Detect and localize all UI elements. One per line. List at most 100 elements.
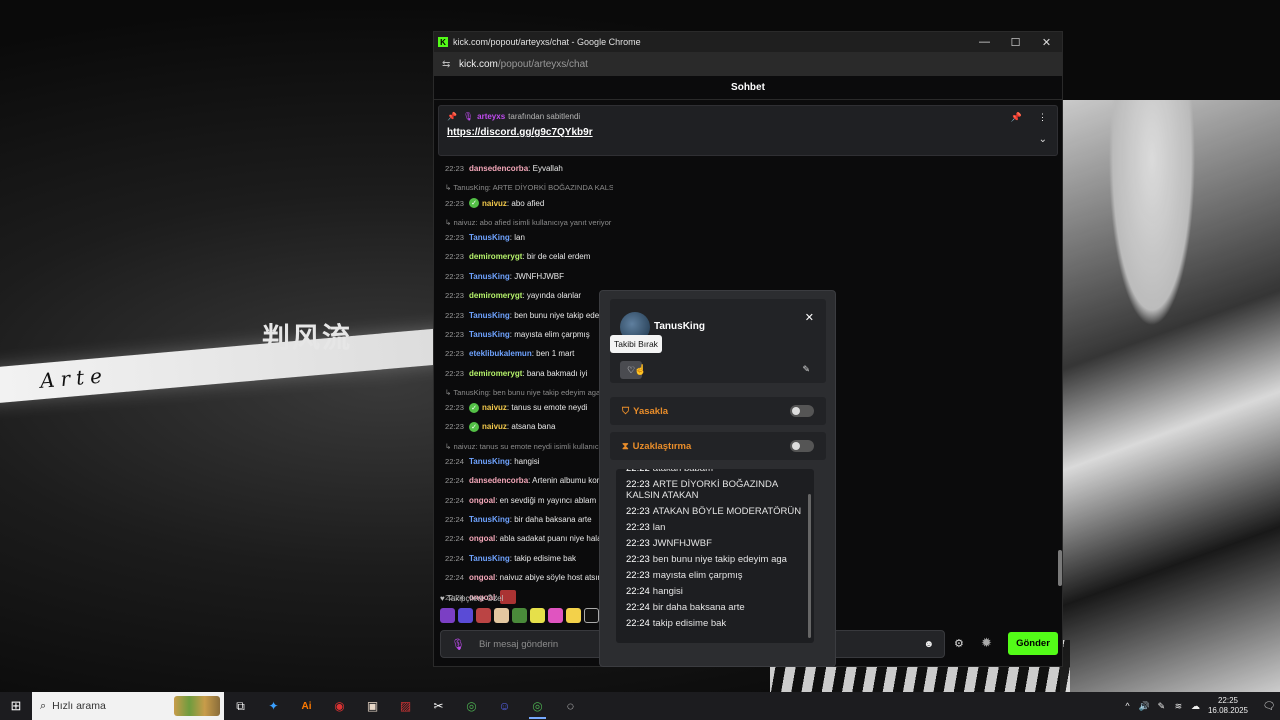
message-username[interactable]: TanusKing [469, 330, 510, 339]
emote-icon[interactable] [512, 608, 527, 623]
message-username[interactable]: TanusKing [469, 233, 510, 242]
chat-message[interactable]: 22:24 dansedencorba: Artenin albumu kompl… [445, 471, 613, 490]
chrome-icon[interactable]: ◎ [521, 692, 554, 720]
history-scrollbar[interactable] [808, 494, 811, 638]
gear-icon[interactable]: ⚙ [954, 637, 964, 650]
message-username[interactable]: demiromerygt [469, 252, 522, 261]
emote-icon[interactable] [530, 608, 545, 623]
chat-message[interactable]: 22:24 ongoal: abla sadakat puanı niye hal… [445, 529, 613, 548]
chat-message[interactable]: 22:23 demiromerygt: bana bakmadı iyi [445, 364, 613, 383]
message-username[interactable]: dansedencorba [469, 476, 528, 485]
rewards-icon[interactable]: ✹ [981, 635, 992, 651]
site-settings-icon[interactable]: ⇆ [442, 59, 454, 70]
message-username[interactable]: ongoal [469, 496, 495, 505]
task-view-icon[interactable]: ⧉ [224, 692, 257, 720]
address-bar[interactable]: ⇆ kick.com/popout/arteyxs/chat [434, 52, 1062, 76]
unpin-icon[interactable]: 📌 [1011, 112, 1022, 123]
message-username[interactable]: TanusKing [469, 554, 510, 563]
adobe-illustrator-icon[interactable]: Ai [290, 692, 323, 720]
minimize-button[interactable]: — [969, 36, 1000, 48]
discord-icon[interactable]: ☺ [488, 692, 521, 720]
chat-message[interactable]: 22:24 TanusKing: hangisi [445, 452, 613, 471]
emote-icon[interactable] [494, 608, 509, 623]
emote-icon[interactable] [440, 608, 455, 623]
wifi-icon[interactable]: ≋ [1170, 701, 1187, 712]
emote-icon[interactable] [548, 608, 563, 623]
chrome-icon[interactable]: ◎ [455, 692, 488, 720]
close-icon[interactable]: ✕ [805, 311, 814, 324]
chat-message[interactable]: 22:23 TanusKing: JWNFHJWBF [445, 267, 613, 286]
message-username[interactable]: eteklibukalemun [469, 349, 532, 358]
chevron-up-icon[interactable]: ^ [1119, 701, 1136, 711]
chat-message[interactable]: 22:23 TanusKing: lan [445, 228, 613, 247]
chat-message[interactable]: 22:23 dansedencorba: Eyvallah [445, 159, 613, 178]
network-icon[interactable]: ☁ [1187, 701, 1204, 712]
chat-message[interactable]: 22:23 demiromerygt: bir de celal erdem [445, 247, 613, 266]
message-username[interactable]: TanusKing [469, 515, 510, 524]
volume-icon[interactable]: 🔊 [1136, 701, 1153, 712]
message-username[interactable]: ongoal [469, 534, 495, 543]
chat-message[interactable]: 22:24 ongoal: naivuz abiye söyle host ats… [445, 568, 613, 587]
history-time: 22:22 [626, 469, 650, 474]
more-options-icon[interactable]: ⋮ [1038, 112, 1047, 123]
message-username[interactable]: naivuz [482, 403, 507, 412]
maximize-button[interactable]: ☐ [1000, 36, 1031, 49]
emote-icon[interactable] [458, 608, 473, 623]
app-icon[interactable]: ▣ [356, 692, 389, 720]
chat-message[interactable]: 22:23 ✓ naivuz: tanus su emote neydi [445, 398, 613, 417]
pinned-link[interactable]: https://discord.gg/g9c7QYkb9r [447, 127, 1049, 138]
message-text: : abo afied [506, 198, 545, 208]
send-button[interactable]: Gönder [1008, 632, 1058, 655]
chevron-down-icon[interactable]: ⌄ [1039, 134, 1047, 145]
chat-message[interactable]: 22:23 ✓ naivuz: atsana bana [445, 417, 613, 436]
message-username[interactable]: TanusKing [469, 457, 510, 466]
message-time: 22:24 [445, 495, 465, 505]
message-username[interactable]: TanusKing [469, 272, 510, 281]
message-username[interactable]: naivuz [482, 199, 507, 208]
capcut-icon[interactable]: ✂ [422, 692, 455, 720]
pen-icon[interactable]: ✎ [1153, 701, 1170, 712]
scrollbar-thumb[interactable] [1058, 550, 1062, 586]
history-message: 22:23 mayısta elim çarpmış [626, 568, 804, 584]
message-username[interactable]: dansedencorba [469, 164, 528, 173]
obs-icon[interactable]: ◌ [554, 692, 587, 720]
notification-icon[interactable]: 🗨 [1258, 701, 1280, 712]
emoji-picker-icon[interactable]: ☻ [923, 639, 934, 650]
message-time: 22:23 [445, 232, 465, 242]
close-window-button[interactable]: ✕ [1031, 36, 1062, 49]
verified-badge-icon: ✓ [469, 198, 480, 209]
mute-user-icon[interactable]: ✎ [802, 364, 810, 375]
emote-icon[interactable] [584, 608, 599, 623]
chat-message[interactable]: 22:24 ongoal: en sevdiği m yayıncı ablam [445, 490, 613, 509]
chat-message[interactable]: 22:23 TanusKing: mayısta elim çarpmış [445, 325, 613, 344]
clock[interactable]: 22:25 16.08.2025 [1208, 696, 1248, 716]
chat-message[interactable]: 22:23 demiromerygt: yayında olanlar [445, 286, 613, 305]
chat-message[interactable]: 22:23 ✓ naivuz: abo afied [445, 193, 613, 212]
history-message: 22:23 ARTE DİYORKİ BOĞAZINDA KALSIN ATAKA… [626, 477, 804, 504]
ban-toggle[interactable] [790, 405, 814, 417]
chat-message[interactable]: 22:24 TanusKing: takip edisime bak [445, 549, 613, 568]
history-time: 22:23 [626, 522, 650, 533]
message-username[interactable]: ongoal [469, 573, 495, 582]
chat-message[interactable]: 22:24 TanusKing: bir daha baksana arte [445, 510, 613, 529]
app-icon[interactable]: ◉ [323, 692, 356, 720]
user-card-header: TanusKing ✕ Takibi Bırak ♡ ☝ ✎ [610, 299, 826, 383]
windows-start-icon[interactable]: ⊞ [0, 692, 32, 720]
message-username[interactable]: TanusKing [469, 311, 510, 320]
message-time: 22:23 [445, 368, 465, 378]
app-icon[interactable]: ▨ [389, 692, 422, 720]
emote-icon[interactable] [566, 608, 581, 623]
chat-message[interactable]: 22:23 eteklibukalemun: ben 1 mart [445, 344, 613, 363]
pinned-author[interactable]: arteyxs [477, 112, 505, 121]
message-username[interactable]: demiromerygt [469, 369, 522, 378]
timeout-toggle[interactable] [790, 440, 814, 452]
message-time: 22:23 [445, 329, 465, 339]
chat-message[interactable]: 22:23 TanusKing: ben bunu niye takip edey… [445, 305, 613, 324]
taskbar-search[interactable]: ⌕ Hızlı arama [32, 692, 224, 720]
search-highlight-image [174, 696, 220, 716]
user-message-history: 22:22atakan babam22:23ARTE DİYORKİ BOĞAZ… [616, 469, 814, 643]
message-username[interactable]: naivuz [482, 422, 507, 431]
emote-icon[interactable] [476, 608, 491, 623]
app-icon[interactable]: ✦ [257, 692, 290, 720]
message-username[interactable]: demiromerygt [469, 291, 522, 300]
